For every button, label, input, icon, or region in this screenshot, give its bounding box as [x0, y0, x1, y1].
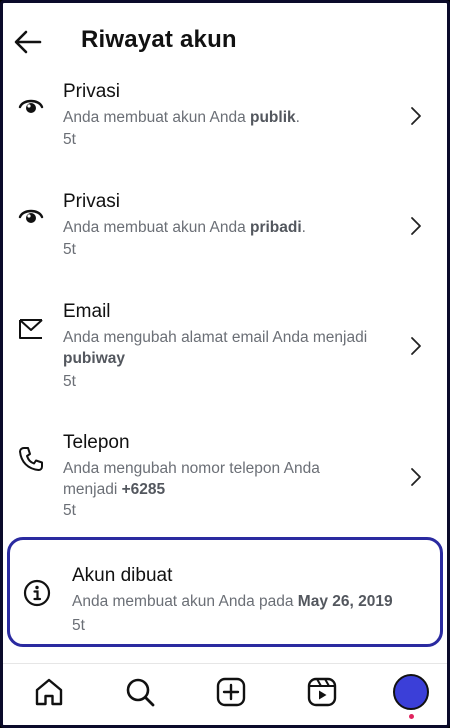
- chevron-right-icon: [411, 468, 421, 486]
- reels-icon[interactable]: [306, 676, 338, 708]
- chevron-right-icon: [411, 337, 421, 355]
- item-title: Privasi: [63, 191, 121, 212]
- app-frame: Riwayat akun Privasi Anda membuat akun A…: [0, 0, 450, 728]
- page-title: Riwayat akun: [81, 26, 237, 53]
- chevron-right-icon: [411, 107, 421, 125]
- eye-icon: [18, 99, 44, 113]
- item-title: Telepon: [63, 432, 130, 453]
- item-title: Email: [63, 301, 111, 322]
- home-icon[interactable]: [33, 676, 65, 708]
- item-time: 5t: [63, 131, 76, 148]
- list-item[interactable]: Email Anda mengubah alamat email Anda me…: [3, 297, 447, 427]
- account-created-item[interactable]: Akun dibuat Anda membuat akun Anda pada …: [7, 537, 443, 647]
- chevron-right-icon: [411, 217, 421, 235]
- back-button[interactable]: [11, 25, 45, 59]
- info-icon: [23, 579, 51, 607]
- item-time: 5t: [63, 502, 76, 519]
- create-icon[interactable]: [215, 676, 247, 708]
- item-description: Anda membuat akun Anda publik.: [63, 109, 300, 126]
- mail-icon: [19, 319, 43, 339]
- item-title: Privasi: [63, 81, 121, 102]
- bottom-nav: [3, 663, 447, 725]
- notification-dot: [409, 714, 414, 719]
- item-time: 5t: [63, 241, 76, 258]
- header: Riwayat akun: [3, 3, 447, 79]
- eye-icon: [18, 209, 44, 223]
- phone-icon: [19, 447, 43, 471]
- item-description: Anda mengubah nomor telepon Anda menjadi…: [63, 460, 320, 498]
- item-title: Akun dibuat: [72, 565, 173, 586]
- profile-avatar[interactable]: [393, 674, 429, 710]
- item-description: Anda membuat akun Anda pada May 26, 2019: [72, 593, 393, 610]
- item-description: Anda membuat akun Anda pribadi.: [63, 219, 306, 236]
- back-arrow-icon: [14, 30, 42, 54]
- item-description: Anda mengubah alamat email Anda menjadi …: [63, 329, 368, 367]
- list-item[interactable]: Privasi Anda membuat akun Anda publik. 5…: [3, 75, 447, 185]
- search-icon[interactable]: [124, 676, 156, 708]
- list-item[interactable]: Privasi Anda membuat akun Anda pribadi. …: [3, 185, 447, 295]
- item-time: 5t: [72, 617, 85, 634]
- item-time: 5t: [63, 373, 76, 390]
